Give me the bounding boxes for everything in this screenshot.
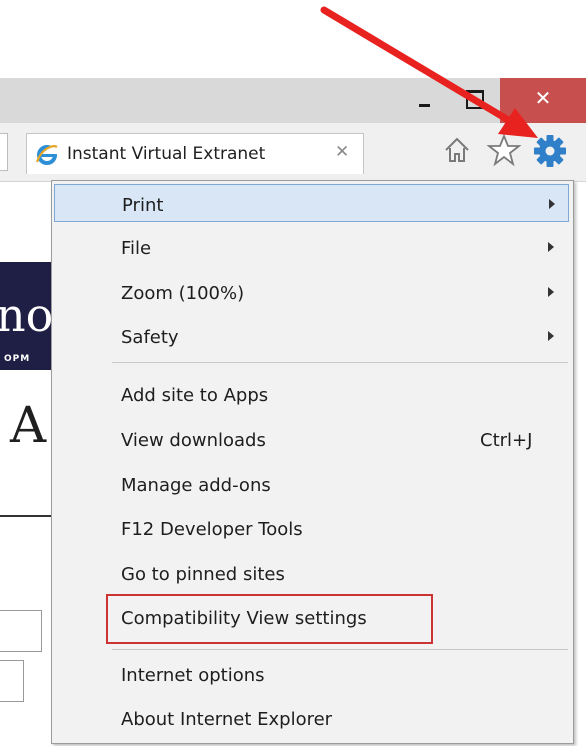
- page-input-field[interactable]: [0, 660, 24, 702]
- menu-item-internet-options[interactable]: Internet options: [54, 655, 569, 693]
- tools-menu: Print File Zoom (100%) Safety Add site t…: [51, 180, 574, 744]
- menu-item-about-internet-explorer[interactable]: About Internet Explorer: [54, 699, 569, 737]
- menu-separator: [112, 362, 568, 363]
- submenu-arrow-icon: [549, 199, 555, 209]
- submenu-arrow-icon: [548, 331, 554, 341]
- menu-item-manage-add-ons[interactable]: Manage add-ons: [54, 465, 569, 503]
- page-divider: [0, 515, 55, 517]
- banner-subtext: OPM: [4, 354, 31, 364]
- submenu-arrow-icon: [548, 287, 554, 297]
- menu-item-label: View downloads: [121, 430, 266, 451]
- menu-item-label: File: [121, 238, 152, 259]
- menu-item-label: Manage add-ons: [121, 475, 271, 496]
- menu-item-shortcut: Ctrl+J: [480, 430, 533, 451]
- banner-text: no: [0, 288, 54, 342]
- menu-item-safety[interactable]: Safety: [54, 317, 569, 355]
- menu-item-label: Zoom (100%): [121, 283, 245, 304]
- page-input-field[interactable]: [0, 610, 42, 652]
- annotation-arrow-icon: [320, 6, 538, 138]
- menu-item-view-downloads[interactable]: View downloads Ctrl+J: [54, 420, 569, 458]
- menu-item-file[interactable]: File: [54, 228, 569, 266]
- menu-item-developer-tools[interactable]: F12 Developer Tools: [54, 509, 569, 547]
- menu-item-label: Add site to Apps: [121, 385, 269, 406]
- menu-item-label: Internet options: [121, 665, 265, 686]
- submenu-arrow-icon: [548, 242, 554, 252]
- menu-item-label: Go to pinned sites: [121, 564, 285, 585]
- page-heading-letter: A: [10, 396, 47, 454]
- highlight-callout-box: [106, 594, 433, 644]
- menu-item-label: Safety: [121, 327, 179, 348]
- menu-item-add-site-to-apps[interactable]: Add site to Apps: [54, 375, 569, 413]
- menu-item-go-to-pinned-sites[interactable]: Go to pinned sites: [54, 554, 569, 592]
- menu-separator: [112, 649, 568, 650]
- menu-item-label: F12 Developer Tools: [121, 519, 303, 540]
- menu-item-label: About Internet Explorer: [121, 709, 333, 730]
- menu-item-zoom[interactable]: Zoom (100%): [54, 273, 569, 311]
